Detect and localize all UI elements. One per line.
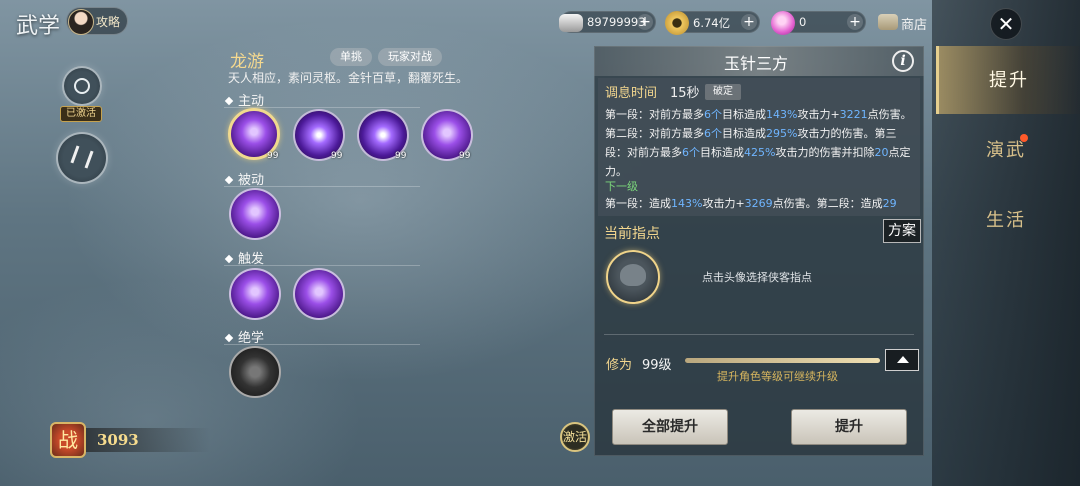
guide-button[interactable]: 攻略 [66, 7, 128, 35]
cooldown-label: 调息时间 [605, 86, 658, 101]
currency-coin: 6.74亿 + [665, 11, 760, 35]
nav-tab-practice[interactable]: 演武 [936, 116, 1080, 184]
cultivation-progress-bar [685, 358, 880, 363]
combat-power-icon: 战 [50, 422, 86, 458]
currency-gem-add-button[interactable]: + [847, 14, 863, 30]
cooldown-value: 15秒 [670, 86, 700, 101]
pink-gem-icon [771, 11, 795, 35]
nav-tab-life[interactable]: 生活 [936, 186, 1080, 254]
nav-tab-upgrade-label: 提升 [989, 70, 1029, 91]
currency-coin-add-button[interactable]: + [741, 14, 757, 30]
tag-pvp: 玩家对战 [378, 48, 442, 66]
skill-description: 第一段：对前方最多6个目标造成143%攻击力+3221点伤害。第二段：对前方最多… [605, 108, 912, 178]
hand-icon [620, 264, 646, 286]
notification-dot [1020, 134, 1028, 142]
currency-gem: 0 + [771, 11, 866, 35]
guide-label: 攻略 [96, 15, 121, 29]
divider [604, 334, 914, 335]
section-trigger-label: 触发 [238, 252, 265, 267]
silver-ingot-icon [559, 14, 583, 32]
cultivation-upgrade-button[interactable] [885, 349, 919, 371]
school-emblem-button[interactable] [62, 66, 102, 106]
next-level-label: 下一级 [605, 180, 638, 193]
info-icon: i [900, 53, 906, 69]
nav-tab-upgrade[interactable]: 提升 [936, 46, 1080, 114]
skill-active-3[interactable]: 99 [357, 109, 409, 161]
currency-silver: 89799993 + [559, 11, 656, 33]
cultivation-label: 修为 [606, 358, 633, 373]
nav-tab-life-label: 生活 [986, 210, 1026, 231]
cultivation-progress-fill [685, 358, 880, 363]
skill-level: 99 [459, 151, 471, 161]
currency-gem-value: 0 [799, 15, 807, 29]
skill-level: 99 [331, 151, 343, 161]
upgrade-all-button[interactable]: 全部提升 [612, 409, 728, 445]
school-secondary-button[interactable] [56, 132, 108, 184]
skill-active-1[interactable]: 99 [228, 108, 280, 161]
skill-passive-1[interactable] [229, 188, 281, 240]
emblem-icon [74, 78, 90, 94]
skill-trigger-1[interactable] [229, 268, 281, 320]
section-active: 主动 [224, 90, 420, 109]
cultivation-hint: 提升角色等级可继续升级 [717, 370, 838, 383]
claw-icon [70, 145, 94, 169]
close-icon: ✕ [997, 12, 1015, 36]
skill-ultimate-1[interactable] [229, 346, 281, 398]
skill-trigger-2[interactable] [293, 268, 345, 320]
coin-icon [665, 11, 689, 35]
shop-button[interactable]: 商店 [878, 12, 932, 34]
guidance-label: 当前指点 [604, 226, 660, 242]
guide-avatar-icon [68, 9, 94, 35]
combat-power-value: 3093 [97, 431, 139, 449]
section-active-label: 主动 [238, 94, 265, 109]
skill-tag-break: 破定 [705, 84, 741, 100]
skill-detail-title: 玉针三方 [724, 54, 789, 73]
section-passive-label: 被动 [238, 173, 265, 188]
info-button[interactable]: i [892, 50, 914, 72]
next-level-description: 第一段：造成143%攻击力+3269点伤害。第二段：造成29 [605, 197, 897, 210]
shop-label: 商店 [901, 18, 928, 33]
section-ultimate-label: 绝学 [238, 331, 265, 346]
scheme-button[interactable]: 方案 [883, 219, 921, 243]
awaken-button[interactable]: 激活 [560, 422, 590, 452]
close-button[interactable]: ✕ [990, 8, 1022, 40]
activated-badge: 已激活 [60, 106, 102, 122]
cultivation-level: 99级 [642, 358, 672, 373]
guidance-avatar-button[interactable] [606, 250, 660, 304]
school-motto: 天人相应，素问灵枢。金针百草，翻覆死生。 [228, 71, 469, 85]
section-passive: 被动 [224, 169, 420, 188]
guidance-hint: 点击头像选择侠客指点 [702, 271, 812, 284]
upgrade-button[interactable]: 提升 [791, 409, 907, 445]
skill-level: 99 [395, 151, 407, 161]
tag-duel: 单挑 [330, 48, 372, 66]
skill-active-2[interactable]: 99 [293, 109, 345, 161]
section-ultimate: 绝学 [224, 327, 420, 346]
skill-level: 99 [267, 151, 279, 161]
section-trigger: 触发 [224, 248, 420, 267]
shop-icon [878, 14, 898, 30]
skill-active-4[interactable]: 99 [421, 109, 473, 161]
page-title: 武学 [16, 14, 61, 39]
currency-silver-add-button[interactable]: + [637, 14, 653, 30]
currency-coin-value: 6.74亿 [693, 16, 731, 30]
